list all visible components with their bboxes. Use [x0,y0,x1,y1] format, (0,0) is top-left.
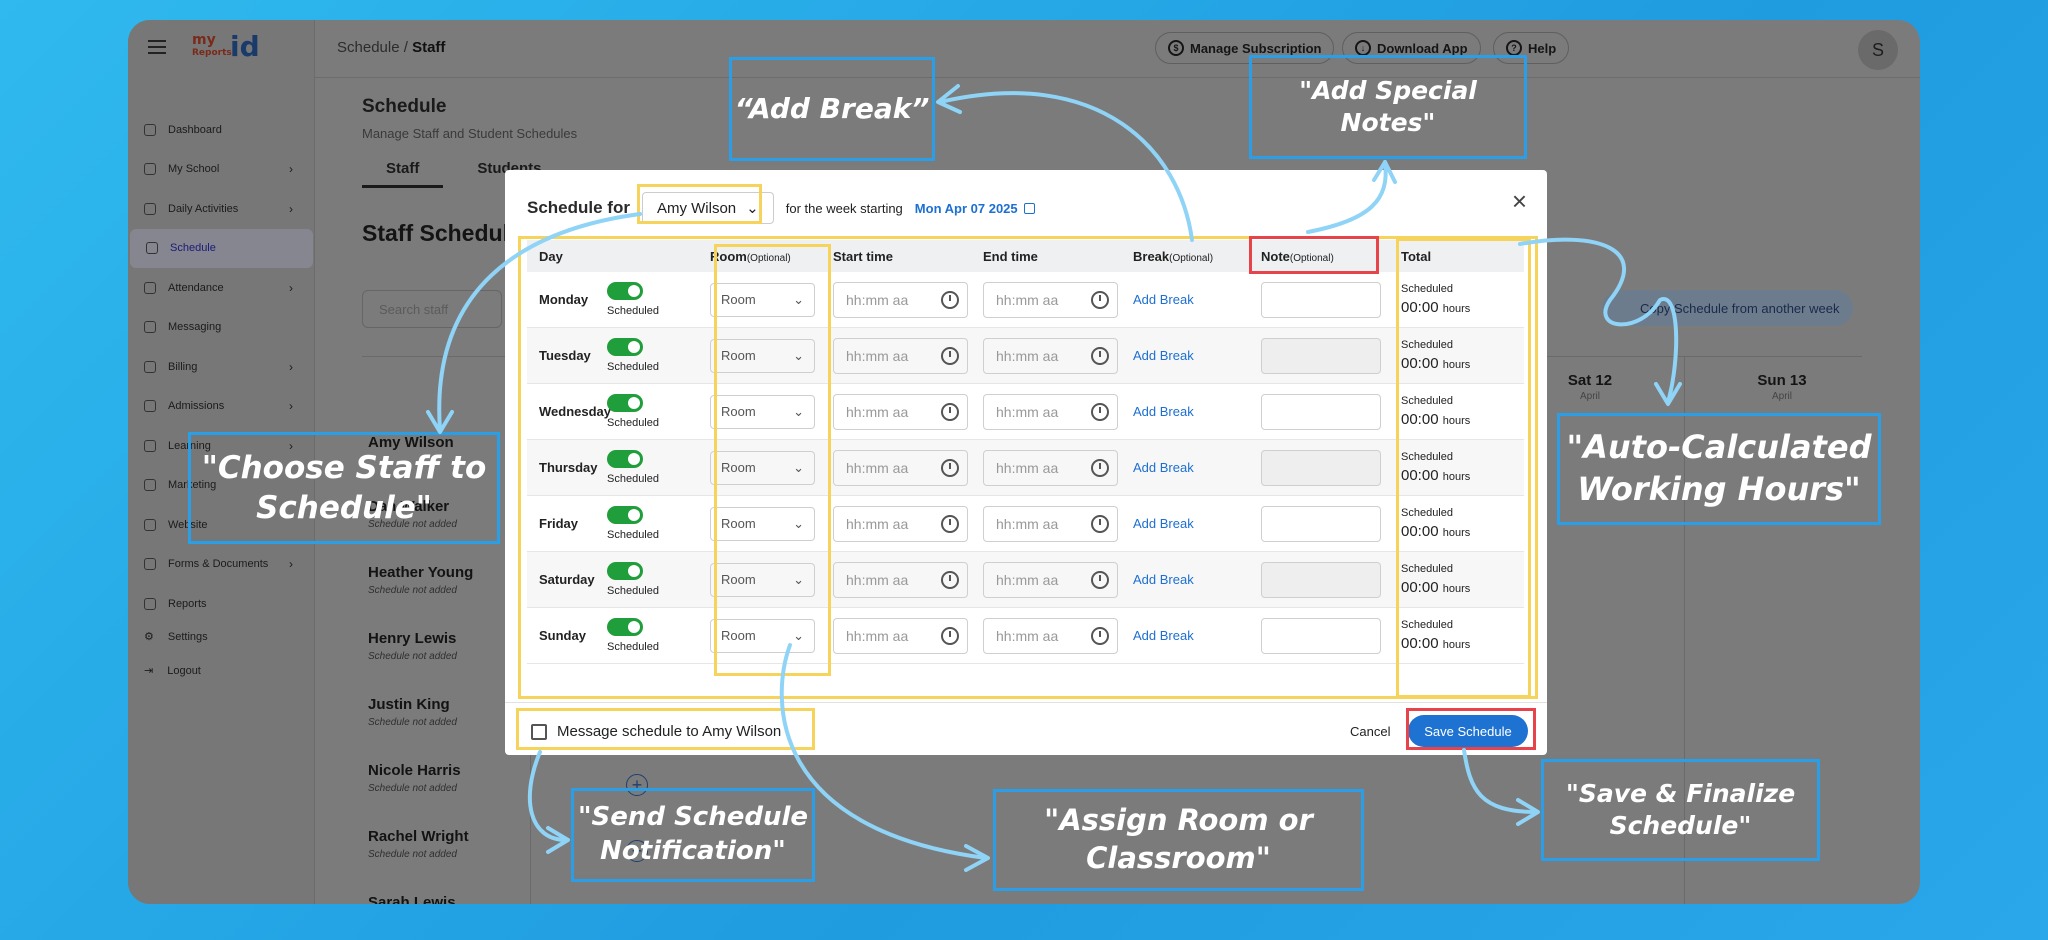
arrow-assign-room [779,643,988,860]
arrow-choose-staff [437,212,642,432]
arrowhead-auto-hours [1654,382,1682,406]
arrow-auto-hours [1518,237,1679,404]
arrow-add-break [938,91,1194,242]
annotation-arrows [426,84,1682,872]
arrow-special-notes [1306,160,1388,234]
